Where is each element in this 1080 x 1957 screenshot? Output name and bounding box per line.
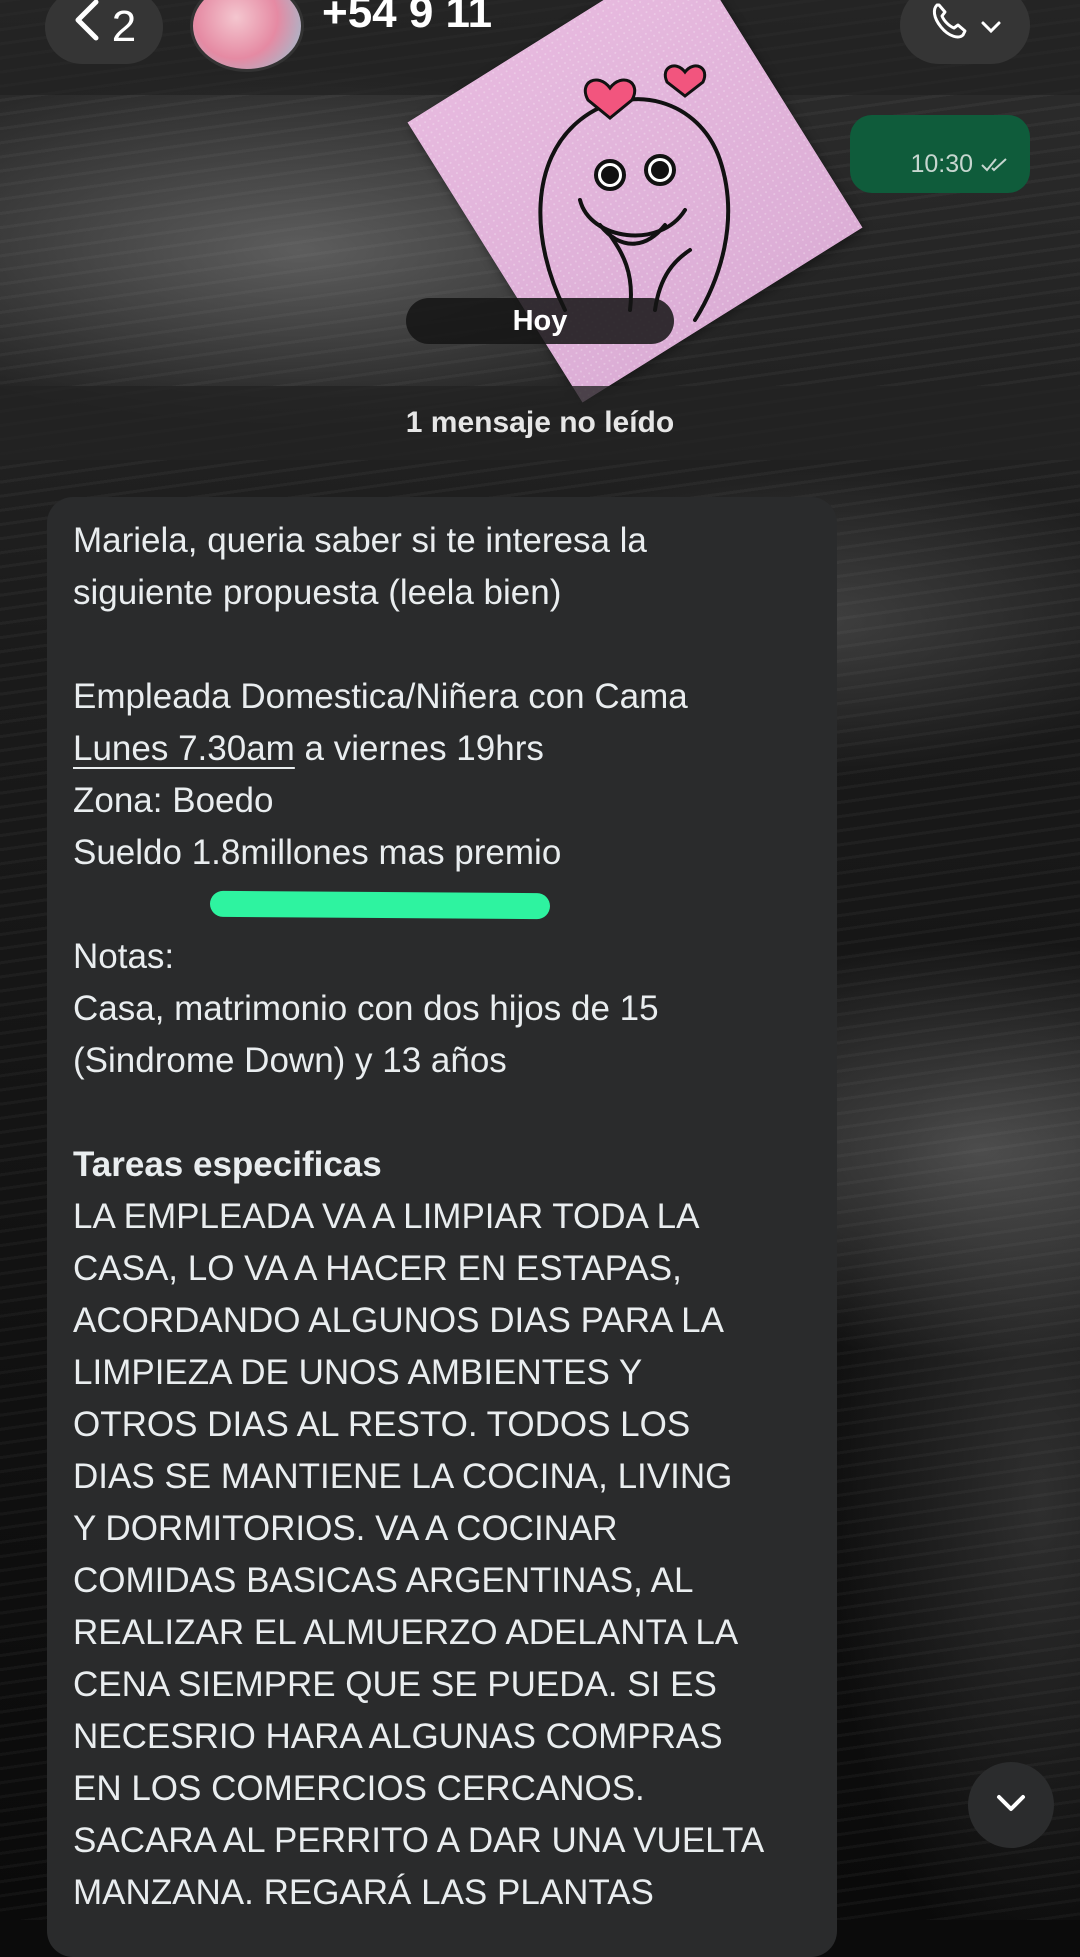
message-line: Mariela, queria saber si te interesa la bbox=[73, 521, 647, 560]
job-title: Empleada Domestica/Niñera con Cama bbox=[73, 677, 688, 716]
schedule-line: Lunes 7.30am a viernes 19hrs bbox=[73, 723, 833, 775]
task-line: ACORDANDO ALGUNOS DIAS PARA LA bbox=[73, 1301, 724, 1340]
task-line: OTROS DIAS AL RESTO. TODOS LOS bbox=[73, 1405, 691, 1444]
scroll-down-button[interactable] bbox=[968, 1762, 1054, 1848]
task-line: Y DORMITORIOS. VA A COCINAR bbox=[73, 1509, 618, 1548]
task-line: NECESRIO HARA ALGUNAS COMPRAS bbox=[73, 1717, 723, 1756]
salary-highlight-stroke bbox=[209, 890, 551, 920]
task-line: DIAS SE MANTIENE LA COCINA, LIVING bbox=[73, 1457, 733, 1496]
unread-banner: 1 mensaje no leído bbox=[0, 386, 1080, 460]
schedule-link[interactable]: Lunes 7.30am bbox=[73, 729, 295, 768]
incoming-message[interactable]: Mariela, queria saber si te interesa la … bbox=[47, 497, 837, 1957]
phone-icon bbox=[927, 0, 971, 52]
message-body: Mariela, queria saber si te interesa la … bbox=[73, 515, 833, 1919]
task-line: EN LOS COMERCIOS CERCANOS. bbox=[73, 1769, 645, 1808]
back-button[interactable]: 2 bbox=[45, 0, 163, 64]
zone-line: Zona: Boedo bbox=[73, 781, 274, 820]
schedule-rest: a viernes 19hrs bbox=[294, 729, 544, 768]
call-button[interactable] bbox=[900, 0, 1030, 64]
contact-name[interactable]: +54 9 11 bbox=[322, 0, 492, 38]
notes-title: Notas: bbox=[73, 937, 175, 976]
unread-count: 2 bbox=[111, 2, 137, 51]
task-line: COMIDAS BASICAS ARGENTINAS, AL bbox=[73, 1561, 694, 1600]
salary-line: Sueldo 1.8millones mas premio bbox=[73, 833, 562, 872]
date-chip: Hoy bbox=[406, 298, 674, 344]
task-line: CASA, LO VA A HACER EN ESTAPAS, bbox=[73, 1249, 682, 1288]
task-line: MANZANA. REGARÁ LAS PLANTAS bbox=[73, 1873, 654, 1912]
task-line: LIMPIEZA DE UNOS AMBIENTES Y bbox=[73, 1353, 643, 1392]
task-line: SACARA AL PERRITO A DAR UNA VUELTA bbox=[73, 1821, 765, 1860]
message-line: siguiente propuesta (leela bien) bbox=[73, 573, 562, 612]
notes-line: (Sindrome Down) y 13 años bbox=[73, 1041, 507, 1080]
task-line: LA EMPLEADA VA A LIMPIAR TODA LA bbox=[73, 1197, 700, 1236]
chevron-down-icon bbox=[979, 4, 1003, 46]
tasks-title: Tareas especificas bbox=[73, 1145, 382, 1184]
double-check-icon bbox=[980, 150, 1010, 178]
chevron-down-icon bbox=[991, 1789, 1031, 1822]
chevron-left-icon bbox=[72, 0, 102, 51]
outgoing-message[interactable]: 10:30 bbox=[850, 115, 1030, 193]
notes-line: Casa, matrimonio con dos hijos de 15 bbox=[73, 989, 659, 1028]
task-line: REALIZAR EL ALMUERZO ADELANTA LA bbox=[73, 1613, 739, 1652]
message-time: 10:30 bbox=[910, 150, 1010, 179]
task-line: CENA SIEMPRE QUE SE PUEDA. SI ES bbox=[73, 1665, 717, 1704]
